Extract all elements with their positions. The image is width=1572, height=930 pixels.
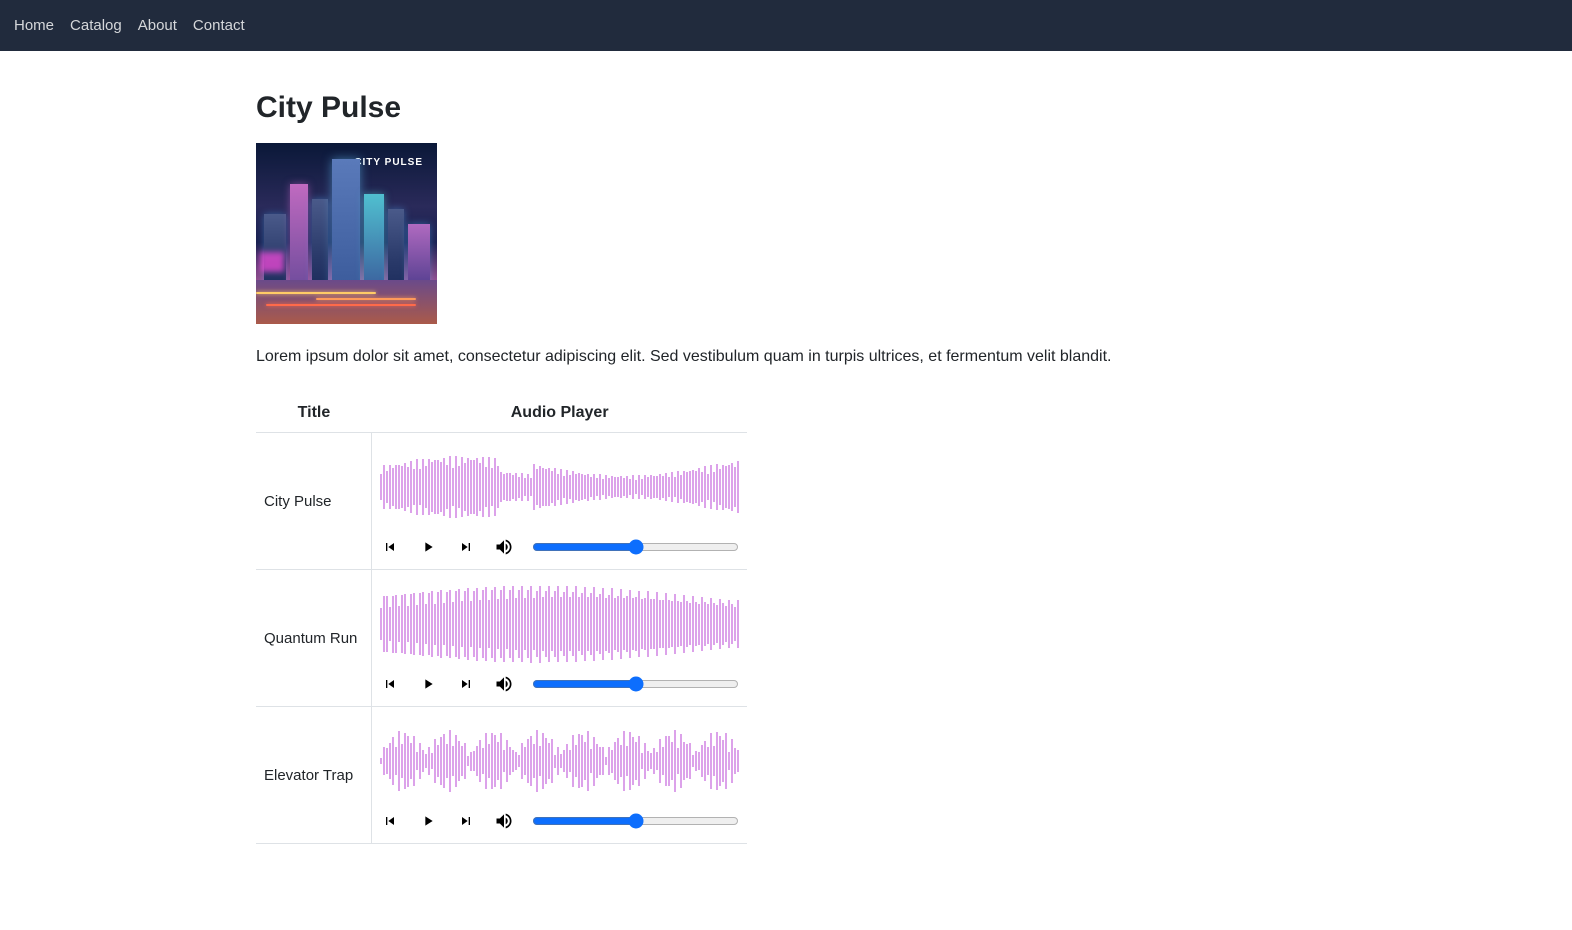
table-row: Elevator Trap <box>256 707 747 844</box>
player-controls <box>380 668 739 698</box>
track-title: City Pulse <box>256 433 372 570</box>
audio-player-cell <box>372 570 748 707</box>
play-icon <box>420 539 436 555</box>
audio-player-cell <box>372 433 748 570</box>
volume-button[interactable] <box>494 537 514 557</box>
volume-slider[interactable] <box>532 675 739 693</box>
volume-button[interactable] <box>494 674 514 694</box>
next-button[interactable] <box>456 674 476 694</box>
volume-icon <box>494 811 514 831</box>
audio-player-cell <box>372 707 748 844</box>
next-button[interactable] <box>456 811 476 831</box>
volume-icon <box>494 674 514 694</box>
skip-previous-icon <box>382 813 398 829</box>
play-icon <box>420 676 436 692</box>
nav-home[interactable]: Home <box>14 17 54 34</box>
album-description: Lorem ipsum dolor sit amet, consectetur … <box>256 348 1316 366</box>
next-button[interactable] <box>456 537 476 557</box>
col-title: Title <box>256 394 372 433</box>
nav-catalog[interactable]: Catalog <box>70 17 122 34</box>
nav-about[interactable]: About <box>138 17 177 34</box>
track-title: Elevator Trap <box>256 707 372 844</box>
page-title: City Pulse <box>256 91 1316 125</box>
play-button[interactable] <box>418 811 438 831</box>
skip-previous-icon <box>382 539 398 555</box>
waveform[interactable] <box>380 441 739 531</box>
skip-next-icon <box>458 813 474 829</box>
navbar: Home Catalog About Contact <box>0 0 1572 51</box>
skip-next-icon <box>458 539 474 555</box>
nav-contact[interactable]: Contact <box>193 17 245 34</box>
play-button[interactable] <box>418 537 438 557</box>
volume-slider[interactable] <box>532 812 739 830</box>
volume-button[interactable] <box>494 811 514 831</box>
previous-button[interactable] <box>380 811 400 831</box>
table-row: Quantum Run <box>256 570 747 707</box>
album-art: CITY PULSE <box>256 143 437 324</box>
waveform[interactable] <box>380 715 739 805</box>
volume-icon <box>494 537 514 557</box>
play-button[interactable] <box>418 674 438 694</box>
player-controls <box>380 805 739 835</box>
skip-next-icon <box>458 676 474 692</box>
skip-previous-icon <box>382 676 398 692</box>
tracks-table: Title Audio Player City PulseQuantum Run… <box>256 394 747 844</box>
previous-button[interactable] <box>380 674 400 694</box>
play-icon <box>420 813 436 829</box>
player-controls <box>380 531 739 561</box>
volume-slider[interactable] <box>532 538 739 556</box>
track-title: Quantum Run <box>256 570 372 707</box>
col-player: Audio Player <box>372 394 748 433</box>
waveform[interactable] <box>380 578 739 668</box>
previous-button[interactable] <box>380 537 400 557</box>
table-row: City Pulse <box>256 433 747 570</box>
